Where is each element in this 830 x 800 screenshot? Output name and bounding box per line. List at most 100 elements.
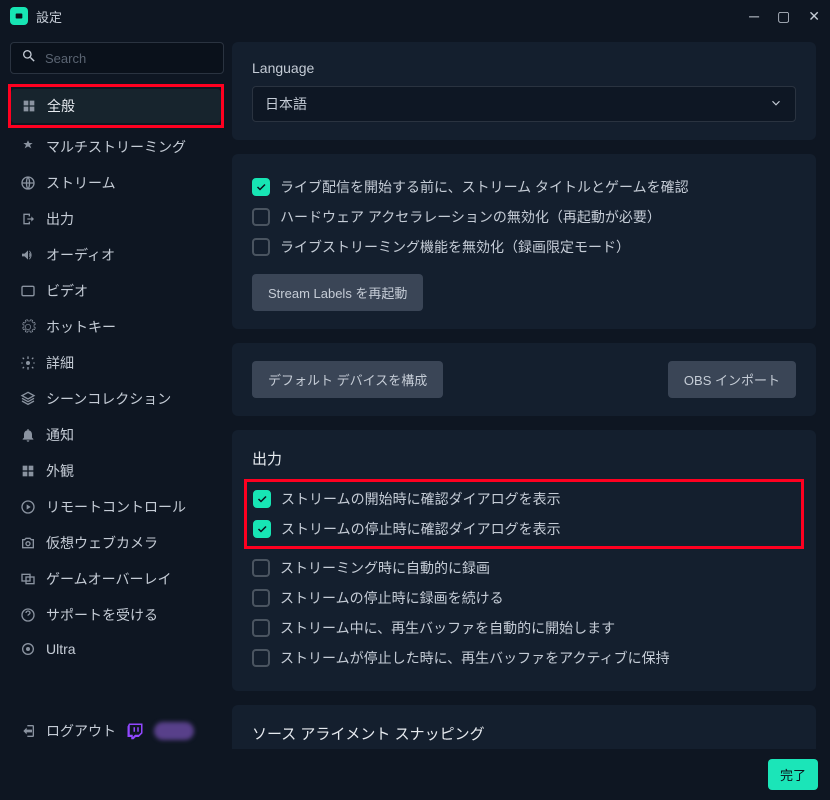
checkbox[interactable] — [252, 619, 270, 637]
nav-label: Ultra — [46, 641, 76, 657]
nav-item-ultra[interactable]: Ultra — [10, 634, 224, 664]
configure-device-button[interactable]: デフォルト デバイスを構成 — [252, 361, 443, 398]
nav-label: 全般 — [47, 96, 75, 116]
logout-icon — [20, 723, 36, 739]
check-label: ストリームの停止時に確認ダイアログを表示 — [281, 519, 561, 539]
checkbox[interactable] — [252, 589, 270, 607]
checkbox[interactable] — [252, 559, 270, 577]
ultra-icon — [20, 641, 36, 657]
app-icon — [10, 7, 28, 25]
check-label: ストリーミング時に自動的に録画 — [280, 558, 490, 578]
done-button[interactable]: 完了 — [768, 759, 818, 790]
window-controls: ─ ▢ ✕ — [749, 8, 820, 25]
nav-label: ホットキー — [46, 317, 116, 337]
sidebar: 全般 マルチストリーミング ストリーム 出力 オーディオ — [10, 42, 224, 749]
checkbox[interactable] — [252, 178, 270, 196]
nav-item-virtual-cam[interactable]: 仮想ウェブカメラ — [10, 526, 224, 560]
help-icon — [20, 607, 36, 623]
search-box[interactable] — [10, 42, 224, 74]
check-label: ストリームの開始時に確認ダイアログを表示 — [281, 489, 561, 509]
checkbox[interactable] — [252, 238, 270, 256]
bell-icon — [20, 427, 36, 443]
footer-row: ログアウト — [10, 713, 224, 749]
nav-item-support[interactable]: サポートを受ける — [10, 598, 224, 632]
chevron-down-icon — [769, 96, 783, 113]
check-confirm-title[interactable]: ライブ配信を開始する前に、ストリーム タイトルとゲームを確認 — [252, 172, 796, 202]
check-auto-record[interactable]: ストリーミング時に自動的に録画 — [252, 553, 796, 583]
nav-item-scene-collection[interactable]: シーンコレクション — [10, 382, 224, 416]
grid-icon — [21, 98, 37, 114]
check-replay-buffer-start[interactable]: ストリーム中に、再生バッファを自動的に開始します — [252, 613, 796, 643]
obs-import-button[interactable]: OBS インポート — [668, 361, 796, 398]
highlight-box-output-checks: ストリームの開始時に確認ダイアログを表示 ストリームの停止時に確認ダイアログを表… — [244, 479, 804, 549]
nav-label: 通知 — [46, 425, 74, 445]
language-select[interactable]: 日本語 — [252, 86, 796, 122]
nav-label: 出力 — [46, 209, 74, 229]
nav-item-stream[interactable]: ストリーム — [10, 166, 224, 200]
check-label: ライブ配信を開始する前に、ストリーム タイトルとゲームを確認 — [280, 177, 689, 197]
window-title: 設定 — [36, 7, 62, 26]
check-label: ストリームが停止した時に、再生バッファをアクティブに保持 — [280, 648, 670, 668]
checkbox[interactable] — [253, 490, 271, 508]
nav-label: 外観 — [46, 461, 74, 481]
minimize-button[interactable]: ─ — [749, 8, 759, 25]
search-input[interactable] — [45, 51, 221, 66]
restart-stream-labels-button[interactable]: Stream Labels を再起動 — [252, 274, 423, 311]
play-icon — [20, 499, 36, 515]
check-confirm-stop[interactable]: ストリームの停止時に確認ダイアログを表示 — [253, 514, 795, 544]
nav-label: 詳細 — [46, 353, 74, 373]
check-label: ハードウェア アクセラレーションの無効化（再起動が必要） — [280, 207, 661, 227]
check-disable-hw-accel[interactable]: ハードウェア アクセラレーションの無効化（再起動が必要） — [252, 202, 796, 232]
layers-icon — [20, 391, 36, 407]
nav-item-video[interactable]: ビデオ — [10, 274, 224, 308]
nav-label: サポートを受ける — [46, 605, 158, 625]
appearance-icon — [20, 463, 36, 479]
output-title: 出力 — [252, 448, 796, 469]
nav-item-remote[interactable]: リモートコントロール — [10, 490, 224, 524]
video-icon — [20, 283, 36, 299]
check-keep-recording[interactable]: ストリームの停止時に録画を続ける — [252, 583, 796, 613]
check-disable-streaming[interactable]: ライブストリーミング機能を無効化（録画限定モード） — [252, 232, 796, 262]
nav-item-appearance[interactable]: 外観 — [10, 454, 224, 488]
nav-label: ストリーム — [46, 173, 116, 193]
nav-item-multistream[interactable]: マルチストリーミング — [10, 130, 224, 164]
checkbox[interactable] — [252, 649, 270, 667]
logout-button[interactable]: ログアウト — [46, 721, 116, 741]
nav-label: ビデオ — [46, 281, 88, 301]
language-panel: Language 日本語 — [232, 42, 816, 140]
general-panel: ライブ配信を開始する前に、ストリーム タイトルとゲームを確認 ハードウェア アク… — [232, 154, 816, 329]
check-label: ストリーム中に、再生バッファを自動的に開始します — [280, 618, 615, 638]
bottom-bar: 完了 — [0, 749, 830, 800]
output-panel: 出力 ストリームの開始時に確認ダイアログを表示 ストリームの停止時に確認ダイアロ… — [232, 430, 816, 691]
account-pill[interactable] — [154, 722, 194, 740]
nav-label: マルチストリーミング — [46, 137, 186, 157]
nav-item-advanced[interactable]: 詳細 — [10, 346, 224, 380]
nav-label: オーディオ — [46, 245, 115, 265]
nav: 全般 マルチストリーミング ストリーム 出力 オーディオ — [10, 84, 224, 713]
checkbox[interactable] — [252, 208, 270, 226]
check-confirm-start[interactable]: ストリームの開始時に確認ダイアログを表示 — [253, 484, 795, 514]
nav-item-hotkeys[interactable]: ホットキー — [10, 310, 224, 344]
gear-icon — [20, 355, 36, 371]
titlebar: 設定 ─ ▢ ✕ — [0, 0, 830, 32]
nav-label: シーンコレクション — [46, 389, 171, 409]
close-button[interactable]: ✕ — [808, 8, 820, 25]
language-label: Language — [252, 60, 796, 76]
nav-item-general[interactable]: 全般 — [11, 89, 221, 123]
overlay-icon — [20, 571, 36, 587]
nav-item-output[interactable]: 出力 — [10, 202, 224, 236]
nav-label: 仮想ウェブカメラ — [46, 533, 158, 553]
device-panel: デフォルト デバイスを構成 OBS インポート — [232, 343, 816, 416]
highlight-box-general: 全般 — [8, 84, 224, 128]
nav-label: リモートコントロール — [46, 497, 186, 517]
globe-icon — [20, 175, 36, 191]
snapping-panel: ソース アライメント スナッピング — [232, 705, 816, 749]
check-replay-buffer-keep[interactable]: ストリームが停止した時に、再生バッファをアクティブに保持 — [252, 643, 796, 673]
maximize-button[interactable]: ▢ — [777, 8, 790, 25]
nav-item-notifications[interactable]: 通知 — [10, 418, 224, 452]
nav-item-audio[interactable]: オーディオ — [10, 238, 224, 272]
search-icon — [21, 48, 37, 69]
checkbox[interactable] — [253, 520, 271, 538]
nav-item-game-overlay[interactable]: ゲームオーバーレイ — [10, 562, 224, 596]
camera-icon — [20, 535, 36, 551]
